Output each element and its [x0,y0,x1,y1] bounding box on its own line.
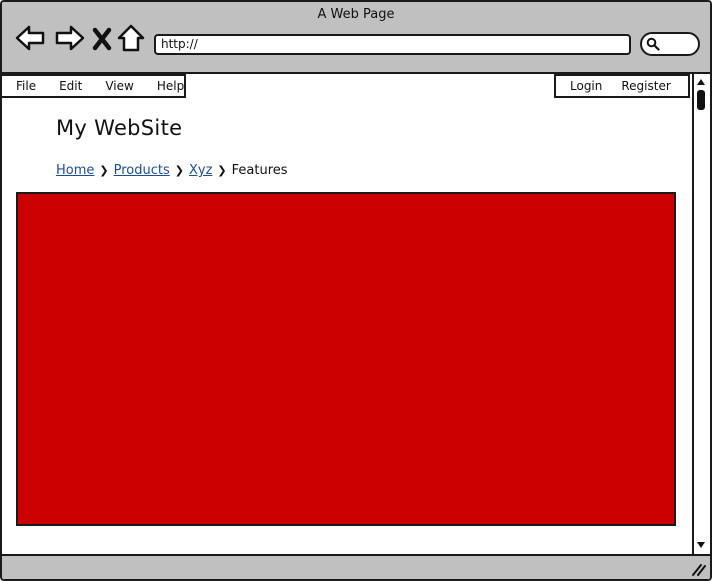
chevron-right-icon: ❯ [217,164,227,177]
menu-view[interactable]: View [105,79,133,93]
browser-window: A Web Page http:// File Edit View Help L… [0,0,712,581]
menu-bar: File Edit View Help [2,74,186,98]
breadcrumb-xyz[interactable]: Xyz [189,163,212,178]
breadcrumb: Home ❯ Products ❯ Xyz ❯ Features [56,163,288,178]
menu-help[interactable]: Help [157,79,184,93]
status-bar [2,554,710,579]
chevron-right-icon: ❯ [174,164,184,177]
scroll-up-icon[interactable] [696,77,706,87]
breadcrumb-products[interactable]: Products [114,163,170,178]
auth-bar: Login Register [554,74,690,98]
stop-x-icon[interactable] [90,22,114,54]
breadcrumb-current: Features [231,163,288,178]
login-link[interactable]: Login [570,79,602,93]
chevron-right-icon: ❯ [99,164,109,177]
scroll-down-icon[interactable] [696,540,706,550]
url-input[interactable]: http:// [154,34,631,55]
search-box[interactable] [640,32,700,56]
breadcrumb-home[interactable]: Home [56,163,94,178]
forward-arrow-icon[interactable] [53,22,85,54]
search-icon [646,37,660,51]
menu-edit[interactable]: Edit [59,79,82,93]
vertical-scrollbar[interactable] [692,74,708,554]
browser-toolbar: A Web Page http:// [2,2,710,74]
scroll-thumb[interactable] [697,90,705,110]
home-icon[interactable] [116,22,146,54]
hero-block [16,192,676,526]
back-arrow-icon[interactable] [15,22,47,54]
register-link[interactable]: Register [621,79,670,93]
window-title: A Web Page [317,7,395,22]
site-title: My WebSite [56,116,183,140]
resize-grip-icon[interactable] [690,562,706,576]
menu-file[interactable]: File [16,79,36,93]
